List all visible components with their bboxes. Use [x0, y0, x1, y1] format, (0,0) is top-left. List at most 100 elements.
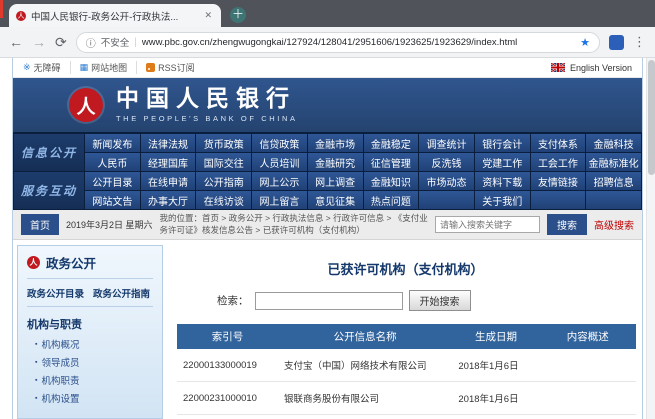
bullet-icon: ▪	[35, 359, 37, 366]
nav-item[interactable]: 招聘信息	[586, 172, 641, 190]
nav-item[interactable]: 金融标准化	[586, 153, 641, 171]
browser-toolbar: ← → ⟳ ⓘ 不安全 | www.pbc.gov.cn/zhengwugong…	[0, 27, 655, 58]
advanced-search-link[interactable]: 高级搜索	[594, 217, 634, 232]
cell-name-link[interactable]: 支付宝（中国）网络技术有限公司	[278, 349, 452, 382]
nav-item[interactable]: 货币政策	[196, 134, 251, 152]
page-scrollbar[interactable]	[646, 58, 655, 419]
uk-flag-icon	[551, 63, 565, 72]
nav-item[interactable]: 公开目录	[85, 172, 140, 190]
nav-item[interactable]: 市场动态	[419, 172, 474, 190]
nav-item[interactable]: 征信管理	[364, 153, 419, 171]
cell-name-link[interactable]: 资和信电子支付有限公司	[278, 415, 452, 419]
home-button[interactable]: 首页	[21, 214, 59, 235]
rss-link[interactable]: RSS订阅	[137, 61, 204, 74]
new-tab-button[interactable]: ＋	[230, 7, 246, 23]
sidebar-item[interactable]: ▪ 机构职责	[27, 371, 153, 389]
sitemap-label: 网站地图	[91, 61, 127, 74]
bullet-icon: ▪	[35, 395, 37, 402]
sidebar-link-guide[interactable]: 政务公开指南	[93, 286, 150, 300]
nav-category-info-disclosure[interactable]: 信息公开	[14, 134, 84, 171]
url-text[interactable]: www.pbc.gov.cn/zhengwugongkai/127924/128…	[142, 37, 575, 48]
nav-item[interactable]: 网上公示	[252, 172, 307, 190]
nav-item[interactable]: 关于我们	[475, 191, 530, 209]
nav-item[interactable]: 金融科技	[586, 134, 641, 152]
tab-close-icon[interactable]: ✕	[202, 10, 214, 21]
col-header-date: 生成日期	[452, 324, 539, 349]
recording-indicator	[0, 0, 3, 18]
nav-item-empty	[531, 191, 586, 209]
site-search-input[interactable]	[435, 216, 540, 233]
nav-item[interactable]: 经理国库	[141, 153, 196, 171]
start-search-button[interactable]: 开始搜索	[409, 290, 471, 311]
nav-category-services[interactable]: 服务互动	[14, 172, 84, 209]
browser-window: 人 中国人民银行-政务公开-行政执法... ✕ ＋ ← → ⟳ ⓘ 不安全 | …	[0, 0, 655, 419]
nav-item[interactable]: 意见征集	[308, 191, 363, 209]
nav-item[interactable]: 工会工作	[531, 153, 586, 171]
sidebar-item[interactable]: ▪ 领导成员	[27, 353, 153, 371]
sidebar-item-label: 机构概况	[41, 337, 79, 351]
info-icon[interactable]: ⓘ	[86, 35, 96, 50]
content-area: 人 政务公开 政务公开目录 政务公开指南 机构与职责 ▪ 机构概况 ▪ 领导成员	[13, 240, 642, 419]
site-search-button[interactable]: 搜索	[547, 214, 587, 235]
cell-summary	[540, 349, 636, 382]
nav-item[interactable]: 支付体系	[531, 134, 586, 152]
retrieval-label: 检索：	[217, 293, 249, 308]
nav-item[interactable]: 网上调查	[308, 172, 363, 190]
pbc-favicon-icon: 人	[16, 11, 26, 21]
sidebar-item[interactable]: ▪ 机构设置	[27, 389, 153, 407]
accessibility-link[interactable]: ※ 无障碍	[23, 61, 71, 74]
cell-index: 22000133000019	[177, 349, 278, 382]
sidebar-title-label: 政务公开	[46, 253, 96, 272]
sidebar-top-links: 政务公开目录 政务公开指南	[27, 279, 153, 307]
sitemap-link[interactable]: ▦ 网站地图	[71, 61, 138, 74]
nav-item[interactable]: 办事大厅	[141, 191, 196, 209]
nav-item[interactable]: 法律法规	[141, 134, 196, 152]
nav-item-empty	[586, 191, 641, 209]
nav-item[interactable]: 金融知识	[364, 172, 419, 190]
nav-item[interactable]: 国际交往	[196, 153, 251, 171]
nav-item[interactable]: 党建工作	[475, 153, 530, 171]
nav-item[interactable]: 网上留言	[252, 191, 307, 209]
bookmark-star-icon[interactable]: ★	[580, 36, 590, 49]
nav-item[interactable]: 金融研究	[308, 153, 363, 171]
nav-item[interactable]: 金融市场	[308, 134, 363, 152]
nav-item[interactable]: 在线申请	[141, 172, 196, 190]
nav-item[interactable]: 银行会计	[475, 134, 530, 152]
nav-item[interactable]: 信贷政策	[252, 134, 307, 152]
address-bar[interactable]: ⓘ 不安全 | www.pbc.gov.cn/zhengwugongkai/12…	[76, 32, 600, 53]
sidebar-item-label: 领导成员	[41, 355, 79, 369]
scrollbar-thumb[interactable]	[648, 60, 655, 175]
nav-item[interactable]: 在线访谈	[196, 191, 251, 209]
nav-item[interactable]: 人民币	[85, 153, 140, 171]
nav-item[interactable]: 人员培训	[252, 153, 307, 171]
nav-item[interactable]: 公开指南	[196, 172, 251, 190]
main-navigation: 信息公开 新闻发布 法律法规 货币政策 信贷政策 金融市场 金融稳定 调查统计 …	[13, 132, 642, 210]
sidebar-item[interactable]: ▪ 机构概况	[27, 335, 153, 353]
address-separator: |	[134, 37, 137, 48]
browser-menu-icon[interactable]: ⋮	[633, 34, 646, 50]
back-button[interactable]: ←	[9, 34, 23, 50]
site-container: ※ 无障碍 ▦ 网站地图 RSS订阅 English Version	[12, 58, 643, 419]
nav-item[interactable]: 热点问题	[364, 191, 419, 209]
nav-item[interactable]: 反洗钱	[419, 153, 474, 171]
browser-tab[interactable]: 人 中国人民银行-政务公开-行政执法... ✕	[9, 4, 221, 27]
refresh-button[interactable]: ⟳	[55, 34, 67, 51]
sidebar-link-directory[interactable]: 政务公开目录	[27, 286, 84, 300]
nav-item[interactable]: 调查统计	[419, 134, 474, 152]
forward-button[interactable]: →	[32, 34, 46, 50]
cell-name-link[interactable]: 银联商务股份有限公司	[278, 382, 452, 415]
english-version-label: English Version	[570, 63, 632, 73]
bullet-icon: ▪	[35, 341, 37, 348]
retrieval-input[interactable]	[255, 292, 403, 310]
breadcrumb-bar: 首页 2019年3月2日 星期六 我的位置：首页 > 政务公开 > 行政执法信息…	[13, 210, 642, 240]
nav-item[interactable]: 资料下载	[475, 172, 530, 190]
main-panel: 已获许可机构（支付机构） 检索： 开始搜索 索引号 公开信息名称 生成日期	[173, 245, 638, 419]
table-row: 22000133000019 支付宝（中国）网络技术有限公司 2018年1月6日	[177, 349, 636, 382]
table-header-row: 索引号 公开信息名称 生成日期 内容概述	[177, 324, 636, 349]
extension-icon[interactable]	[609, 35, 624, 50]
nav-item[interactable]: 金融稳定	[364, 134, 419, 152]
nav-item[interactable]: 网站文告	[85, 191, 140, 209]
nav-item[interactable]: 友情链接	[531, 172, 586, 190]
english-version-link[interactable]: English Version	[551, 63, 632, 73]
nav-item[interactable]: 新闻发布	[85, 134, 140, 152]
